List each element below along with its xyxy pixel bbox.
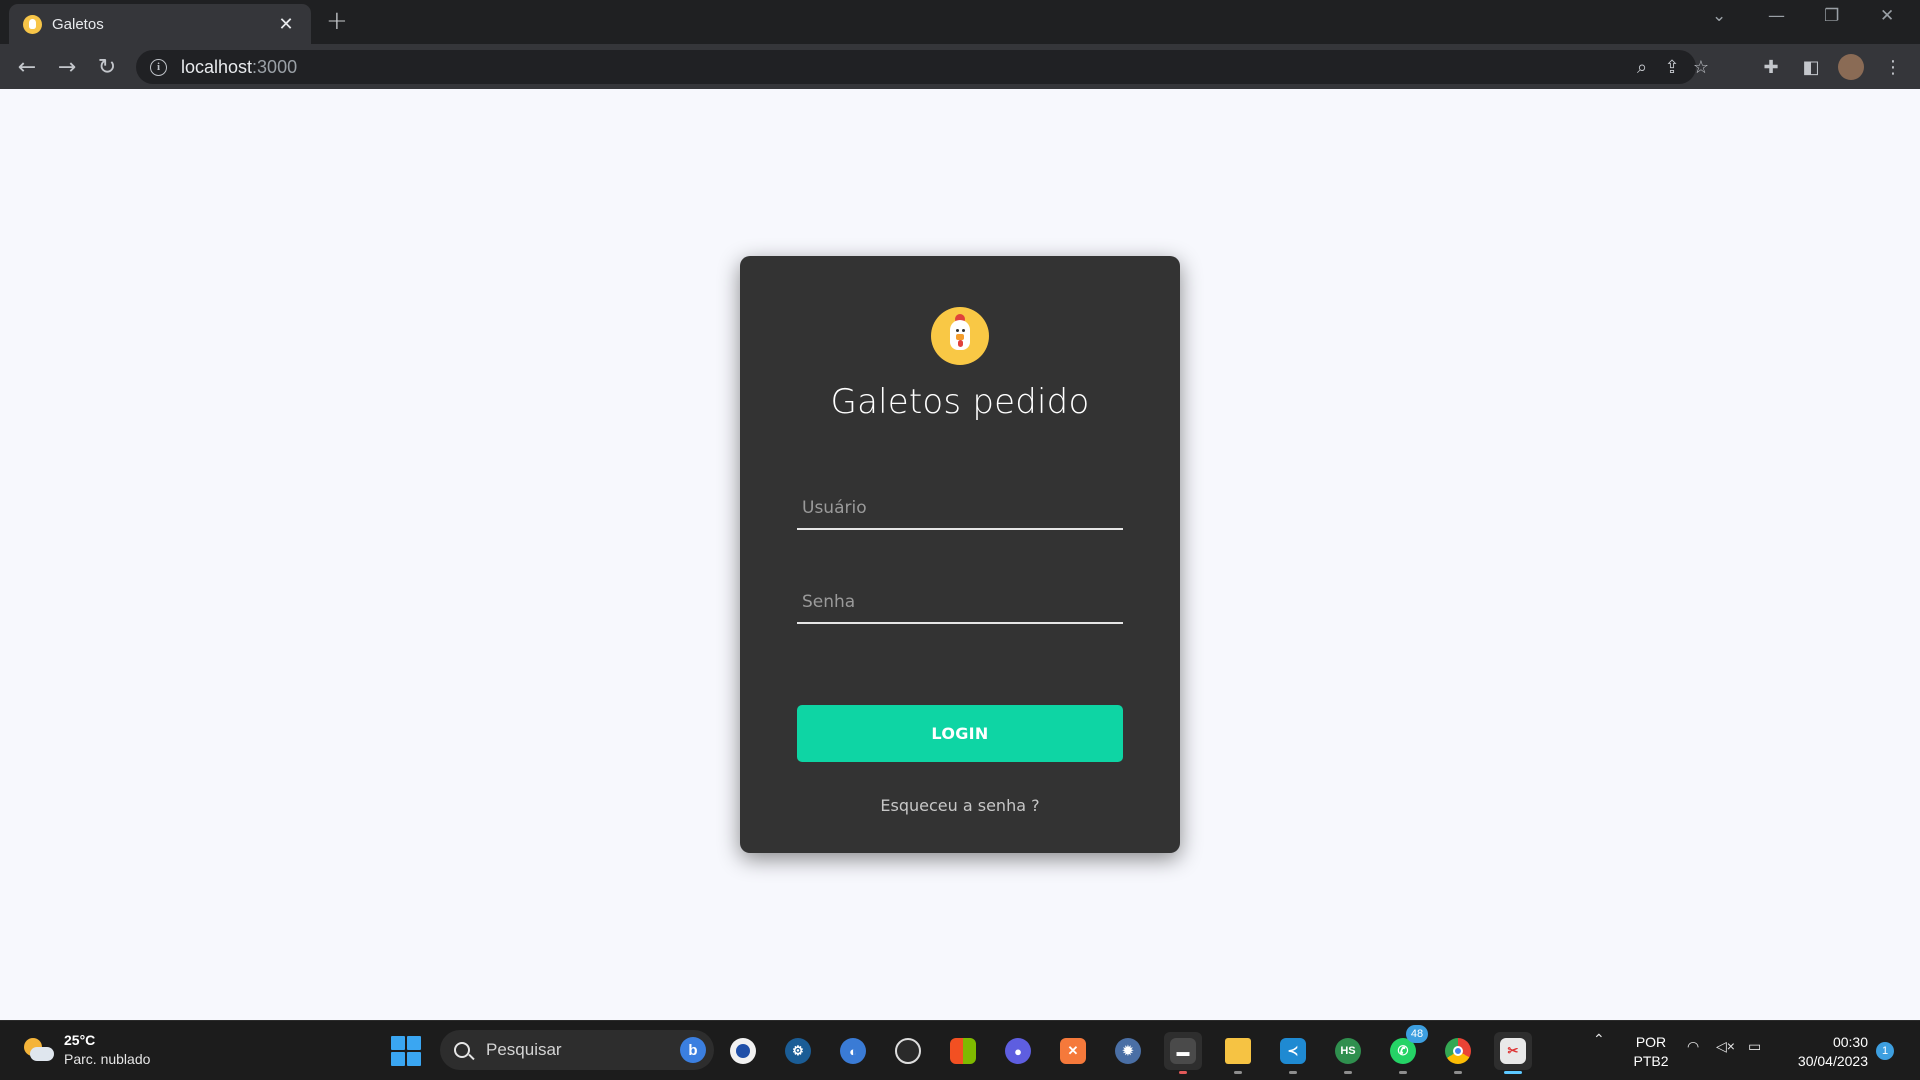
url-text[interactable]: localhost:3000 [181,57,297,78]
obs-app-icon[interactable] [889,1032,927,1070]
restore-icon[interactable]: ❐ [1824,6,1839,26]
page-title: Galetos pedido [830,382,1090,422]
search-icon [454,1042,470,1058]
login-card: Galetos pedido LOGIN Esqueceu a senha ? [740,256,1180,853]
snipping-tool-app-icon[interactable]: ✂ [1494,1032,1532,1074]
password-field[interactable] [797,582,1123,624]
wifi-icon[interactable]: ◠ [1687,1038,1699,1055]
keyboard-layout: PTB2 [1633,1053,1669,1069]
browser-tab[interactable]: Galetos ✕ [9,4,311,44]
minimize-icon[interactable]: — [1768,6,1785,26]
ms-store-app-icon[interactable] [944,1032,982,1070]
xampp-app-icon[interactable]: ✕ [1054,1032,1092,1070]
browser-globe-app-icon[interactable]: ◐ [834,1032,872,1070]
hs-app-icon[interactable]: HS [1329,1032,1367,1074]
file-explorer-app-icon[interactable] [1219,1032,1257,1074]
input-language-indicator[interactable]: POR PTB2 [1631,1033,1671,1071]
word-app-icon[interactable] [724,1032,762,1070]
whatsapp-badge: 48 [1406,1025,1428,1043]
taskbar-clock[interactable]: 00:30 30/04/2023 [1780,1033,1868,1071]
volume-muted-icon[interactable]: ◁× [1716,1038,1735,1055]
side-panel-icon[interactable]: ◧ [1798,54,1824,80]
browser-titlebar: Galetos ✕ + ⌄ — ❐ ✕ [0,0,1920,44]
show-hidden-icons-chevron-icon[interactable]: ⌃ [1593,1031,1605,1048]
forward-arrow-icon[interactable]: → [52,52,82,82]
bing-icon[interactable]: b [680,1037,706,1063]
new-tab-button[interactable]: + [326,6,348,36]
notification-count-badge[interactable]: 1 [1876,1042,1894,1060]
clock-date: 30/04/2023 [1797,1053,1868,1069]
browser-menu-icon[interactable]: ⋮ [1880,54,1906,80]
profile-avatar[interactable] [1838,54,1864,80]
site-info-icon[interactable]: i [150,58,167,76]
zoom-icon[interactable]: ⌕ [1630,55,1654,79]
taskbar-search[interactable]: Pesquisar b [440,1030,714,1070]
vscode-app-icon[interactable]: ≺ [1274,1032,1312,1074]
tab-search-chevron-icon[interactable]: ⌄ [1712,6,1726,26]
search-placeholder: Pesquisar [486,1040,562,1059]
username-field[interactable] [797,488,1123,530]
whatsapp-app-icon[interactable]: ✆ 48 [1384,1025,1428,1074]
share-icon[interactable]: ⇪ [1660,55,1684,79]
steam-app-icon[interactable]: ⚙ [779,1032,817,1070]
extensions-puzzle-icon[interactable]: ✚ [1758,54,1784,80]
dark-mode-app-icon[interactable]: ● [999,1032,1037,1070]
bookmark-star-icon[interactable]: ☆ [1689,55,1713,79]
chrome-app-icon[interactable] [1439,1032,1477,1074]
weather-widget[interactable]: 25°C Parc. nublado [22,1031,150,1069]
address-bar[interactable]: i localhost:3000 ⌕ ⇪ ☆ [136,50,1709,84]
window-close-icon[interactable]: ✕ [1880,6,1894,26]
login-button[interactable]: LOGIN [797,705,1123,762]
forgot-password-link[interactable]: Esqueceu a senha ? [740,796,1180,815]
language-code: POR [1635,1034,1667,1050]
tab-close-icon[interactable]: ✕ [275,14,297,35]
battery-icon[interactable]: ▭ [1748,1038,1761,1055]
chicken-logo-icon [931,307,989,365]
reload-icon[interactable]: ↻ [92,52,122,82]
tab-favicon-icon [23,14,42,34]
tab-title: Galetos [52,15,104,33]
settings-gear-app-icon[interactable]: ✹ [1109,1032,1147,1070]
partly-cloudy-icon [22,1035,54,1065]
weather-condition: Parc. nublado [64,1051,151,1067]
back-arrow-icon[interactable]: ← [12,52,42,82]
start-button[interactable] [391,1036,421,1066]
clock-time: 00:30 [1832,1034,1868,1050]
game-app-icon[interactable]: ▬ [1164,1032,1202,1074]
browser-toolbar: ← → ↻ i localhost:3000 ⌕ ⇪ ☆ ✚ ◧ ⋮ [0,44,1920,89]
weather-temperature: 25°C [64,1032,96,1048]
windows-taskbar: 25°C Parc. nublado Pesquisar b ⚙ ◐ ● ✕ ✹… [0,1020,1920,1080]
